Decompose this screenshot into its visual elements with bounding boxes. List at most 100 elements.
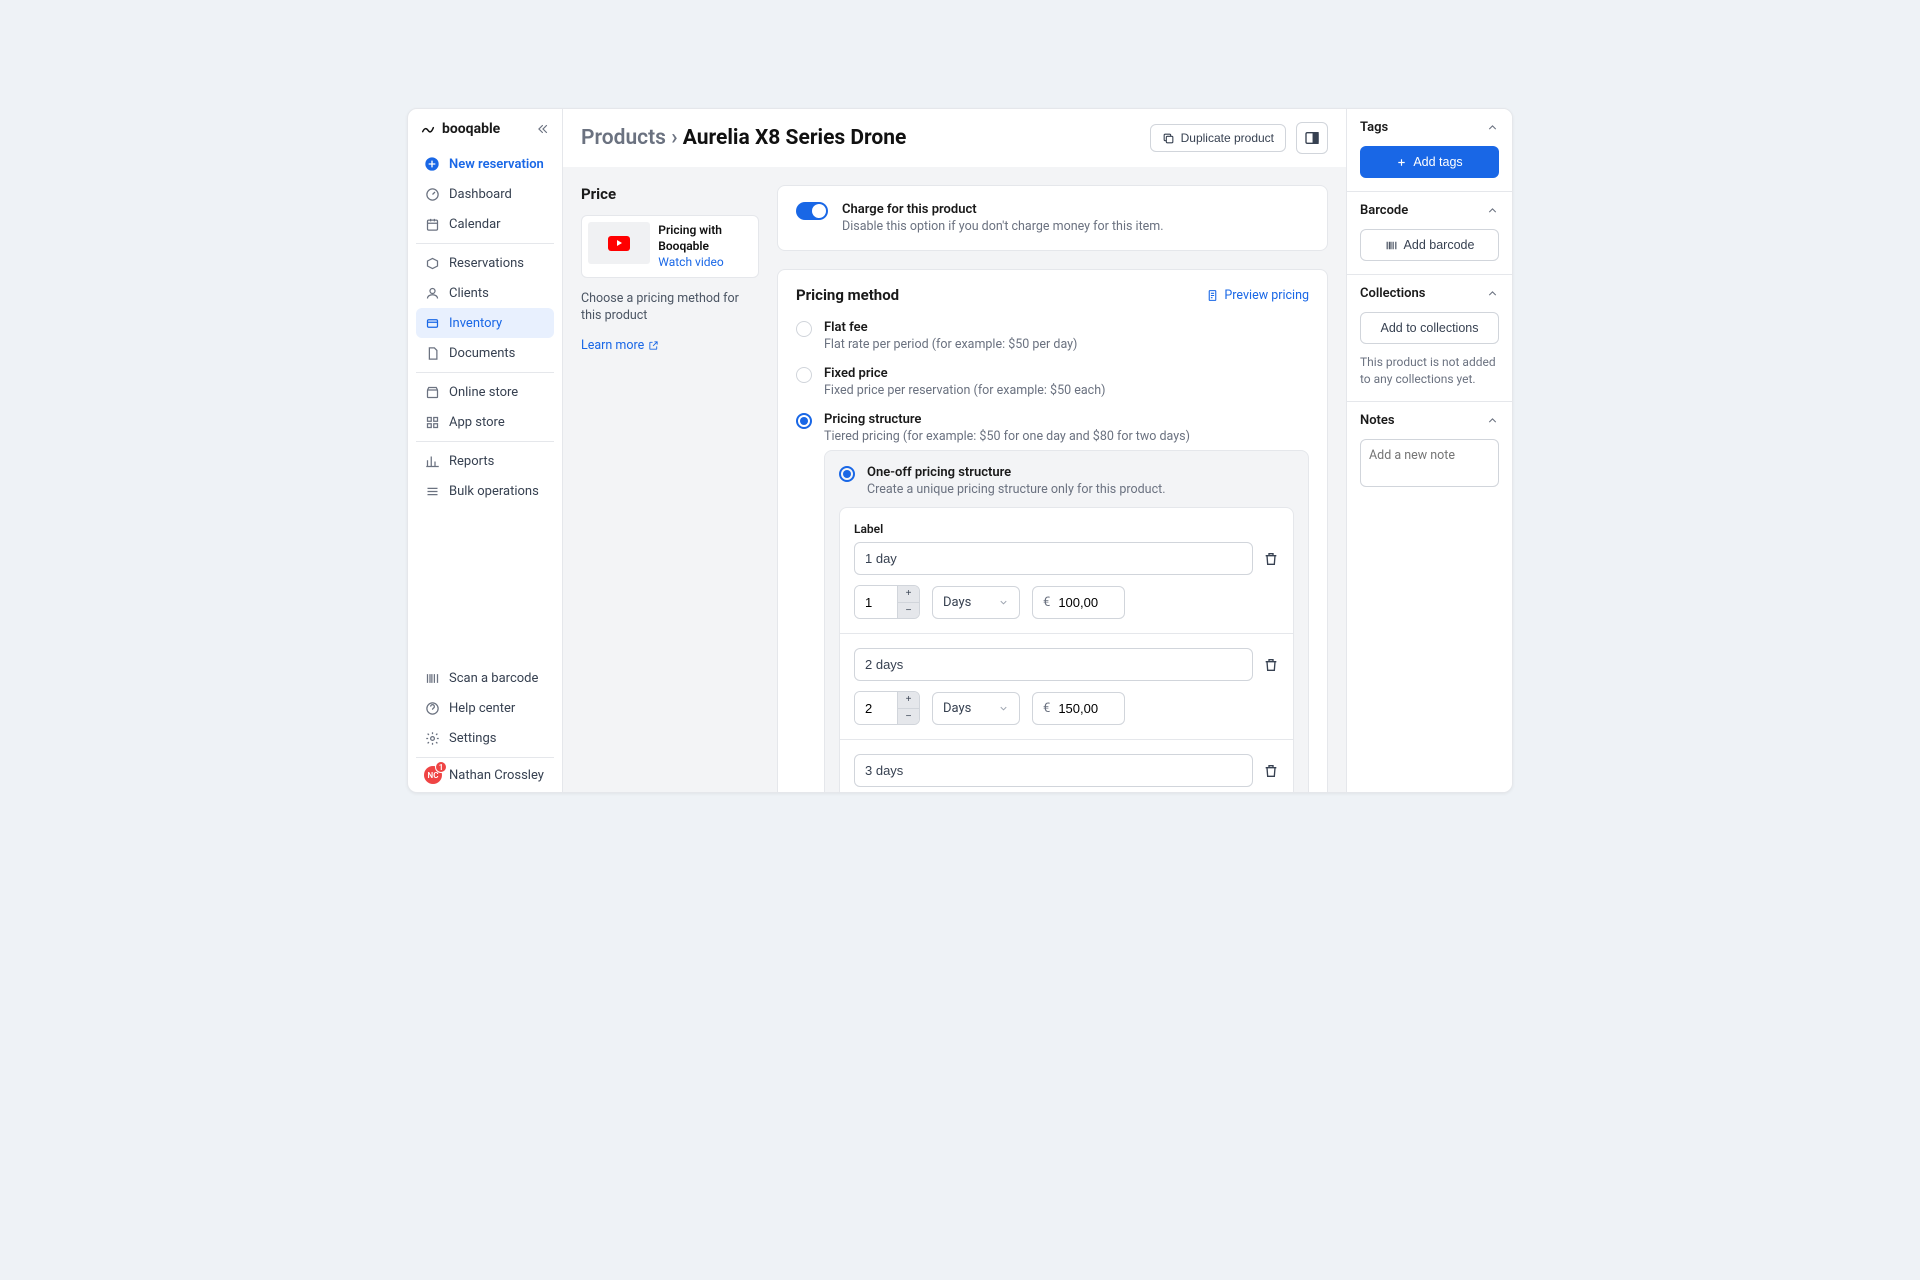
stepper-down[interactable]: − — [897, 708, 919, 724]
quantity-stepper[interactable]: +− — [854, 691, 920, 725]
preview-pricing-link[interactable]: Preview pricing — [1206, 288, 1309, 303]
sidebar-item-documents[interactable]: Documents — [416, 338, 554, 368]
currency-symbol: € — [1043, 701, 1050, 716]
stepper-up[interactable]: + — [897, 692, 919, 708]
sidebar: booqable New reservation Dashboard Calen… — [408, 109, 563, 792]
copy-icon — [1162, 132, 1175, 145]
quantity-input[interactable] — [855, 586, 897, 618]
price-input[interactable] — [1058, 595, 1114, 610]
charge-toggle[interactable] — [796, 202, 828, 220]
box-icon — [424, 255, 440, 271]
tier-row: +− Days € — [840, 633, 1293, 739]
sidebar-item-clients[interactable]: Clients — [416, 278, 554, 308]
trash-icon[interactable] — [1263, 763, 1279, 779]
tags-section-toggle[interactable]: Tags — [1347, 109, 1512, 146]
quantity-stepper[interactable]: +− — [854, 585, 920, 619]
user-menu[interactable]: NC1 Nathan Crossley — [416, 757, 554, 792]
header: Products › Aurelia X8 Series Drone Dupli… — [563, 109, 1346, 167]
breadcrumb: Products › Aurelia X8 Series Drone — [581, 126, 906, 150]
radio-input[interactable] — [839, 466, 855, 482]
trash-icon[interactable] — [1263, 551, 1279, 567]
quantity-input[interactable] — [855, 692, 897, 724]
radio-input[interactable] — [796, 367, 812, 383]
add-tags-button[interactable]: Add tags — [1360, 146, 1499, 178]
chevron-up-icon — [1486, 414, 1499, 427]
sidebar-item-calendar[interactable]: Calendar — [416, 209, 554, 239]
radio-one-off-structure[interactable]: One-off pricing structureCreate a unique… — [839, 465, 1294, 497]
price-input[interactable] — [1058, 701, 1114, 716]
chevron-up-icon — [1486, 287, 1499, 300]
page-title: Aurelia X8 Series Drone — [683, 126, 907, 150]
sidebar-item-help-center[interactable]: Help center — [416, 693, 554, 723]
panel-icon — [1304, 130, 1320, 146]
barcode-section-toggle[interactable]: Barcode — [1347, 192, 1512, 229]
breadcrumb-root[interactable]: Products — [581, 126, 666, 150]
unit-select[interactable]: Days — [932, 586, 1020, 619]
user-name: Nathan Crossley — [449, 768, 544, 783]
radio-input[interactable] — [796, 321, 812, 337]
add-to-collections-button[interactable]: Add to collections — [1360, 312, 1499, 344]
logo-icon — [420, 121, 436, 137]
pricing-heading: Pricing method — [796, 286, 899, 304]
note-input[interactable] — [1360, 439, 1499, 487]
video-card[interactable]: Pricing with Booqable Watch video — [581, 215, 759, 278]
tier-row — [840, 739, 1293, 792]
tier-label-input[interactable] — [854, 648, 1253, 681]
barcode-icon — [1385, 239, 1398, 252]
tier-label-input[interactable] — [854, 754, 1253, 787]
plus-circle-icon — [424, 156, 440, 172]
document-icon — [424, 345, 440, 361]
tier-label-input[interactable] — [854, 542, 1253, 575]
avatar: NC1 — [424, 766, 442, 784]
sidebar-item-app-store[interactable]: App store — [416, 407, 554, 437]
video-title: Pricing with Booqable — [658, 222, 752, 254]
currency-symbol: € — [1043, 595, 1050, 610]
new-reservation-label: New reservation — [449, 157, 544, 172]
notes-section-toggle[interactable]: Notes — [1347, 402, 1512, 439]
sidebar-item-settings[interactable]: Settings — [416, 723, 554, 753]
logo[interactable]: booqable — [420, 121, 500, 137]
sidebar-item-scan-barcode[interactable]: Scan a barcode — [416, 663, 554, 693]
receipt-icon — [1206, 289, 1219, 302]
charge-title: Charge for this product — [842, 202, 1164, 217]
help-text: Choose a pricing method for this product — [581, 290, 759, 325]
sidebar-item-inventory[interactable]: Inventory — [416, 308, 554, 338]
trash-icon[interactable] — [1263, 657, 1279, 673]
collapse-sidebar-icon[interactable] — [536, 122, 550, 136]
radio-flat-fee[interactable]: Flat feeFlat rate per period (for exampl… — [796, 320, 1309, 352]
plus-icon — [1396, 157, 1407, 168]
section-heading: Price — [581, 185, 759, 203]
learn-more-link[interactable]: Learn more — [581, 338, 659, 353]
watch-video-link[interactable]: Watch video — [658, 254, 752, 270]
sidebar-item-reservations[interactable]: Reservations — [416, 248, 554, 278]
external-link-icon — [648, 340, 659, 351]
notification-badge: 1 — [435, 761, 447, 773]
panel-toggle-button[interactable] — [1296, 122, 1328, 154]
duplicate-product-button[interactable]: Duplicate product — [1150, 124, 1286, 152]
sidebar-item-bulk-operations[interactable]: Bulk operations — [416, 476, 554, 506]
radio-fixed-price[interactable]: Fixed priceFixed price per reservation (… — [796, 366, 1309, 398]
sidebar-item-dashboard[interactable]: Dashboard — [416, 179, 554, 209]
stepper-up[interactable]: + — [897, 586, 919, 602]
help-icon — [424, 700, 440, 716]
add-barcode-button[interactable]: Add barcode — [1360, 229, 1499, 261]
video-thumbnail — [588, 222, 650, 264]
calendar-icon — [424, 216, 440, 232]
chevron-up-icon — [1486, 204, 1499, 217]
price-input-group[interactable]: € — [1032, 692, 1125, 725]
tier-list: Label +− Days — [839, 507, 1294, 792]
radio-input[interactable] — [796, 413, 812, 429]
sidebar-item-reports[interactable]: Reports — [416, 446, 554, 476]
tier-row: Label +− Days — [840, 508, 1293, 633]
price-input-group[interactable]: € — [1032, 586, 1125, 619]
logo-text: booqable — [442, 121, 500, 137]
unit-select[interactable]: Days — [932, 692, 1020, 725]
radio-pricing-structure[interactable]: Pricing structureTiered pricing (for exa… — [796, 412, 1309, 444]
tag-icon — [424, 315, 440, 331]
stepper-down[interactable]: − — [897, 602, 919, 618]
new-reservation-button[interactable]: New reservation — [416, 149, 554, 179]
chart-icon — [424, 453, 440, 469]
collections-section-toggle[interactable]: Collections — [1347, 275, 1512, 312]
list-icon — [424, 483, 440, 499]
sidebar-item-online-store[interactable]: Online store — [416, 377, 554, 407]
